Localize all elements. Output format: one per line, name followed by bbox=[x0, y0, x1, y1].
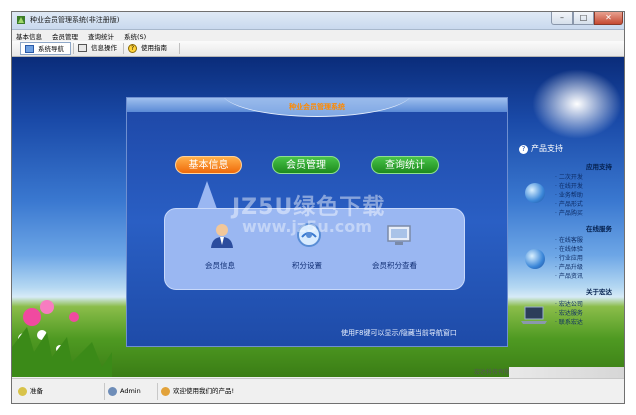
globe-icon bbox=[525, 249, 545, 269]
toolbar-separator bbox=[179, 43, 180, 54]
product-support-panel: ?产品支持 应用支持 二次开发 在线开发 业务帮助 产品形式 产品购买 在线服务… bbox=[507, 127, 624, 377]
toolbar-user-guide-label: 使用指南 bbox=[141, 44, 167, 52]
status-user: Admin bbox=[108, 385, 141, 398]
nav-query-stats-button[interactable]: 查询统计 bbox=[371, 156, 439, 174]
status-icon bbox=[18, 386, 27, 396]
status-welcome-text: 欢迎使用我们的产品! bbox=[173, 387, 235, 395]
user-icon bbox=[108, 386, 117, 396]
status-user-text: Admin bbox=[120, 387, 141, 395]
product-support-label: 产品支持 bbox=[531, 144, 563, 153]
link-product-purchase[interactable]: 产品购买 bbox=[555, 208, 583, 217]
f8-hint-text: 使用F8键可以显示/隐藏当前导航窗口 bbox=[341, 329, 457, 337]
toolbar-system-nav-label: 系统导航 bbox=[38, 45, 64, 53]
window-title: 种业会员管理系统(非注册版) bbox=[30, 16, 120, 24]
section-about: 关于宏达 bbox=[586, 288, 612, 296]
toolbar-user-guide[interactable]: ? 使用指南 bbox=[124, 42, 178, 55]
laptop-icon bbox=[521, 306, 547, 324]
link-contact[interactable]: 联系宏达 bbox=[555, 317, 583, 326]
sub-points-settings[interactable]: 积分设置 bbox=[292, 260, 322, 271]
product-support-heading: ? 产品支持 bbox=[519, 143, 563, 154]
link-service[interactable]: 宏达服务 bbox=[555, 308, 583, 317]
status-ready: 准备 bbox=[18, 385, 43, 398]
link-product-form[interactable]: 产品形式 bbox=[555, 199, 583, 208]
link-online-dev[interactable]: 在线开发 bbox=[555, 181, 583, 190]
link-secondary-dev[interactable]: 二次开发 bbox=[555, 172, 583, 181]
help-icon: ? bbox=[128, 44, 137, 53]
monitor-icon bbox=[25, 45, 34, 53]
bubble-pointer bbox=[197, 181, 217, 209]
arrow-globe-icon bbox=[525, 183, 545, 203]
toolbar-info-ops[interactable]: 信息操作 bbox=[74, 42, 124, 55]
section-app-support: 应用支持 bbox=[586, 163, 612, 171]
link-product-upgrade[interactable]: 产品升级 bbox=[555, 262, 583, 271]
link-online-trial[interactable]: 在线体验 bbox=[555, 244, 583, 253]
section-online-service: 在线服务 bbox=[586, 225, 612, 233]
link-product-news[interactable]: 产品资讯 bbox=[555, 271, 583, 280]
status-ready-text: 准备 bbox=[30, 387, 43, 395]
status-divider bbox=[157, 383, 158, 400]
menu-query-stats[interactable]: 查询统计 bbox=[88, 31, 114, 41]
status-bar: 准备 Admin 欢迎使用我们的产品! bbox=[12, 378, 624, 403]
status-divider bbox=[104, 383, 105, 400]
status-welcome: 欢迎使用我们的产品! bbox=[161, 385, 234, 398]
title-bar[interactable]: 种业会员管理系统(非注册版) – □ ✕ bbox=[12, 12, 624, 30]
menu-member-manage[interactable]: 会员管理 bbox=[52, 31, 78, 41]
panel-title: 种业会员管理系统 bbox=[289, 103, 345, 111]
info-icon bbox=[161, 386, 170, 396]
menu-bar: 基本信息 会员管理 查询统计 系统(S) bbox=[12, 30, 624, 41]
close-button[interactable]: ✕ bbox=[594, 12, 623, 25]
link-business-help[interactable]: 业务帮助 bbox=[555, 190, 583, 199]
flowers-decoration bbox=[12, 300, 112, 377]
screen-icon[interactable] bbox=[385, 221, 413, 249]
main-background: 种业会员管理系统 基本信息 会员管理 查询统计 会员信息 积分设置 会员积分查看… bbox=[12, 57, 624, 377]
link-industry-app[interactable]: 行业应用 bbox=[555, 253, 583, 262]
sub-member-points-view[interactable]: 会员积分查看 bbox=[372, 260, 417, 271]
menu-system[interactable]: 系统(S) bbox=[124, 31, 146, 41]
nav-member-manage-button[interactable]: 会员管理 bbox=[272, 156, 340, 174]
link-company[interactable]: 宏达公司 bbox=[555, 299, 583, 308]
toolbar-system-nav[interactable]: 系统导航 bbox=[20, 42, 71, 55]
link-online-support[interactable]: 在线客服 bbox=[555, 235, 583, 244]
toolbar-info-ops-label: 信息操作 bbox=[91, 44, 117, 52]
sub-member-info[interactable]: 会员信息 bbox=[205, 260, 235, 271]
menu-basic-info[interactable]: 基本信息 bbox=[16, 31, 42, 41]
app-window: 种业会员管理系统(非注册版) – □ ✕ 基本信息 会员管理 查询统计 系统(S… bbox=[11, 11, 625, 404]
watermark-url: www.jz5u.com bbox=[242, 217, 372, 236]
nav-basic-info-button[interactable]: 基本信息 bbox=[175, 156, 242, 174]
window-icon bbox=[78, 44, 87, 52]
app-icon bbox=[17, 16, 25, 24]
help-icon: ? bbox=[519, 145, 528, 154]
user-icon[interactable] bbox=[208, 221, 236, 249]
minimize-button[interactable]: – bbox=[551, 12, 573, 25]
toolbar: 系统导航 信息操作 ? 使用指南 bbox=[12, 41, 624, 57]
maximize-button[interactable]: □ bbox=[573, 12, 594, 25]
